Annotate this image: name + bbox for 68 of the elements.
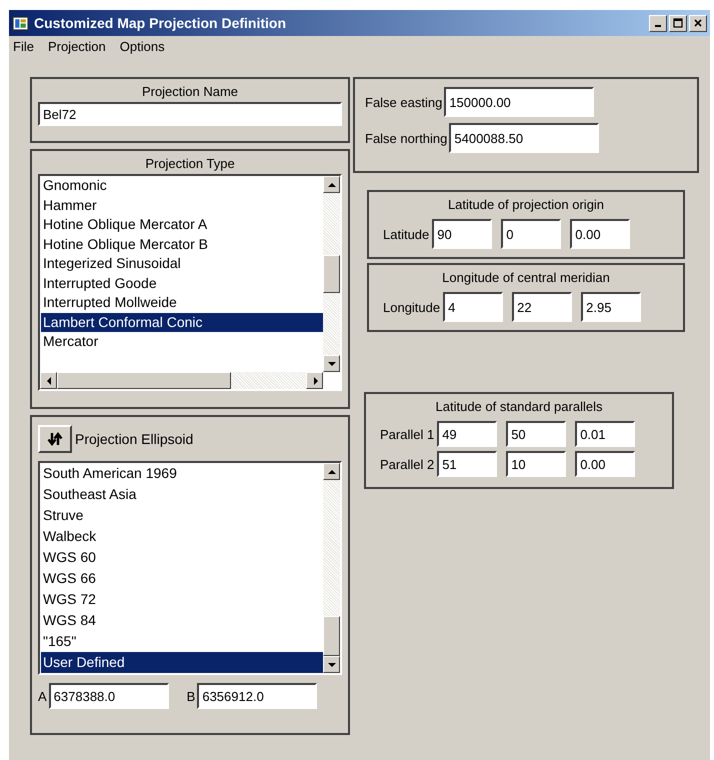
input-field[interactable]: 50 [506, 421, 566, 447]
menu-item[interactable]: File [13, 39, 34, 59]
menu-item[interactable]: Options [120, 39, 165, 59]
list-item[interactable]: Walbeck [41, 526, 323, 547]
input-field[interactable]: 0.00 [575, 451, 636, 477]
input-field[interactable]: 0 [501, 219, 562, 249]
input-field[interactable]: 6356912.0 [197, 683, 318, 709]
field-label: Latitude [383, 226, 430, 242]
close-icon [693, 18, 703, 28]
list-item[interactable]: Hammer [41, 196, 323, 215]
input-field[interactable]: 150000.00 [444, 87, 594, 117]
input-field[interactable]: 10 [506, 451, 566, 477]
group-title: Latitude of projection origin [446, 196, 606, 214]
list-item[interactable]: Gnomonic [41, 176, 323, 196]
input-field[interactable]: 6378388.0 [48, 683, 169, 709]
group-title: Longitude of central meridian [441, 269, 611, 287]
input-field[interactable]: 4 [443, 292, 504, 322]
list-item[interactable]: Southeast Asia [41, 484, 323, 505]
list-item[interactable]: User Defined [41, 652, 323, 673]
list-item[interactable]: Interrupted Mollweide [41, 293, 323, 312]
sort-button[interactable] [38, 425, 72, 453]
minimize-icon [655, 25, 661, 27]
maximize-icon [673, 18, 683, 28]
list-item[interactable]: WGS 60 [41, 547, 323, 568]
input-field[interactable]: 0.01 [575, 421, 636, 447]
group-title: Projection Name [140, 83, 240, 101]
input-field[interactable]: 51 [437, 451, 498, 477]
list-item[interactable]: Mercator [41, 332, 323, 352]
field-label: B [186, 688, 196, 704]
list-item[interactable]: Interrupted Goode [41, 274, 323, 293]
list-item[interactable]: Integerized Sinusoidal [41, 254, 323, 274]
minimize-button[interactable] [649, 14, 667, 32]
group-title: Projection Type [144, 155, 236, 173]
list-item[interactable]: WGS 72 [41, 589, 323, 610]
close-button[interactable] [689, 14, 707, 32]
list-item[interactable]: WGS 84 [41, 610, 323, 631]
group-title: Projection Ellipsoid [75, 431, 194, 447]
field-label: A [38, 688, 47, 704]
input-field[interactable]: 2.95 [581, 292, 642, 322]
field-label: False northing [365, 130, 448, 146]
arrows-icon [47, 431, 63, 447]
list-item[interactable]: South American 1969 [41, 463, 323, 484]
scrollbar[interactable] [40, 372, 323, 389]
field-label: Parallel 2 [380, 456, 434, 472]
input-field[interactable]: Bel72 [38, 102, 342, 126]
list-item[interactable]: Hotine Oblique Mercator A [41, 215, 323, 234]
window-title: Customized Map Projection Definition [34, 15, 288, 31]
field-label: Parallel 1 [380, 426, 434, 442]
menu-item[interactable]: Projection [48, 39, 106, 59]
input-field[interactable]: 49 [437, 421, 498, 447]
list-item[interactable]: WGS 66 [41, 568, 323, 589]
scrollbar[interactable] [323, 463, 340, 673]
app-icon [12, 14, 29, 32]
field-label: False easting [365, 94, 442, 110]
field-label: Longitude [383, 300, 440, 314]
list-item[interactable]: Lambert Conformal Conic [41, 312, 323, 332]
input-field[interactable]: 90 [432, 219, 492, 249]
list-box[interactable]: Gnomonic Hammer Hotine Oblique Mercator A Hotine Oblique Mercator B Integerized Sinusoidal Interrupted Goode Interrupted Mollweide Lambert Conformal Conic Mercator [38, 174, 342, 391]
group-title: Latitude of standard parallels [434, 398, 604, 416]
input-field[interactable]: 5400088.50 [449, 123, 600, 153]
list-item[interactable]: Hotine Oblique Mercator B [41, 234, 323, 254]
list-item[interactable]: Struve [41, 505, 323, 526]
scrollbar[interactable] [323, 176, 340, 372]
input-field[interactable]: 0.00 [570, 219, 630, 249]
list-box[interactable]: South American 1969 Southeast Asia Struve Walbeck WGS 60 WGS 66 WGS 72 WGS 84 "165" User Defined [38, 461, 342, 675]
input-field[interactable]: 22 [512, 292, 572, 322]
maximize-button[interactable] [669, 14, 687, 32]
list-item[interactable]: "165" [41, 631, 323, 652]
